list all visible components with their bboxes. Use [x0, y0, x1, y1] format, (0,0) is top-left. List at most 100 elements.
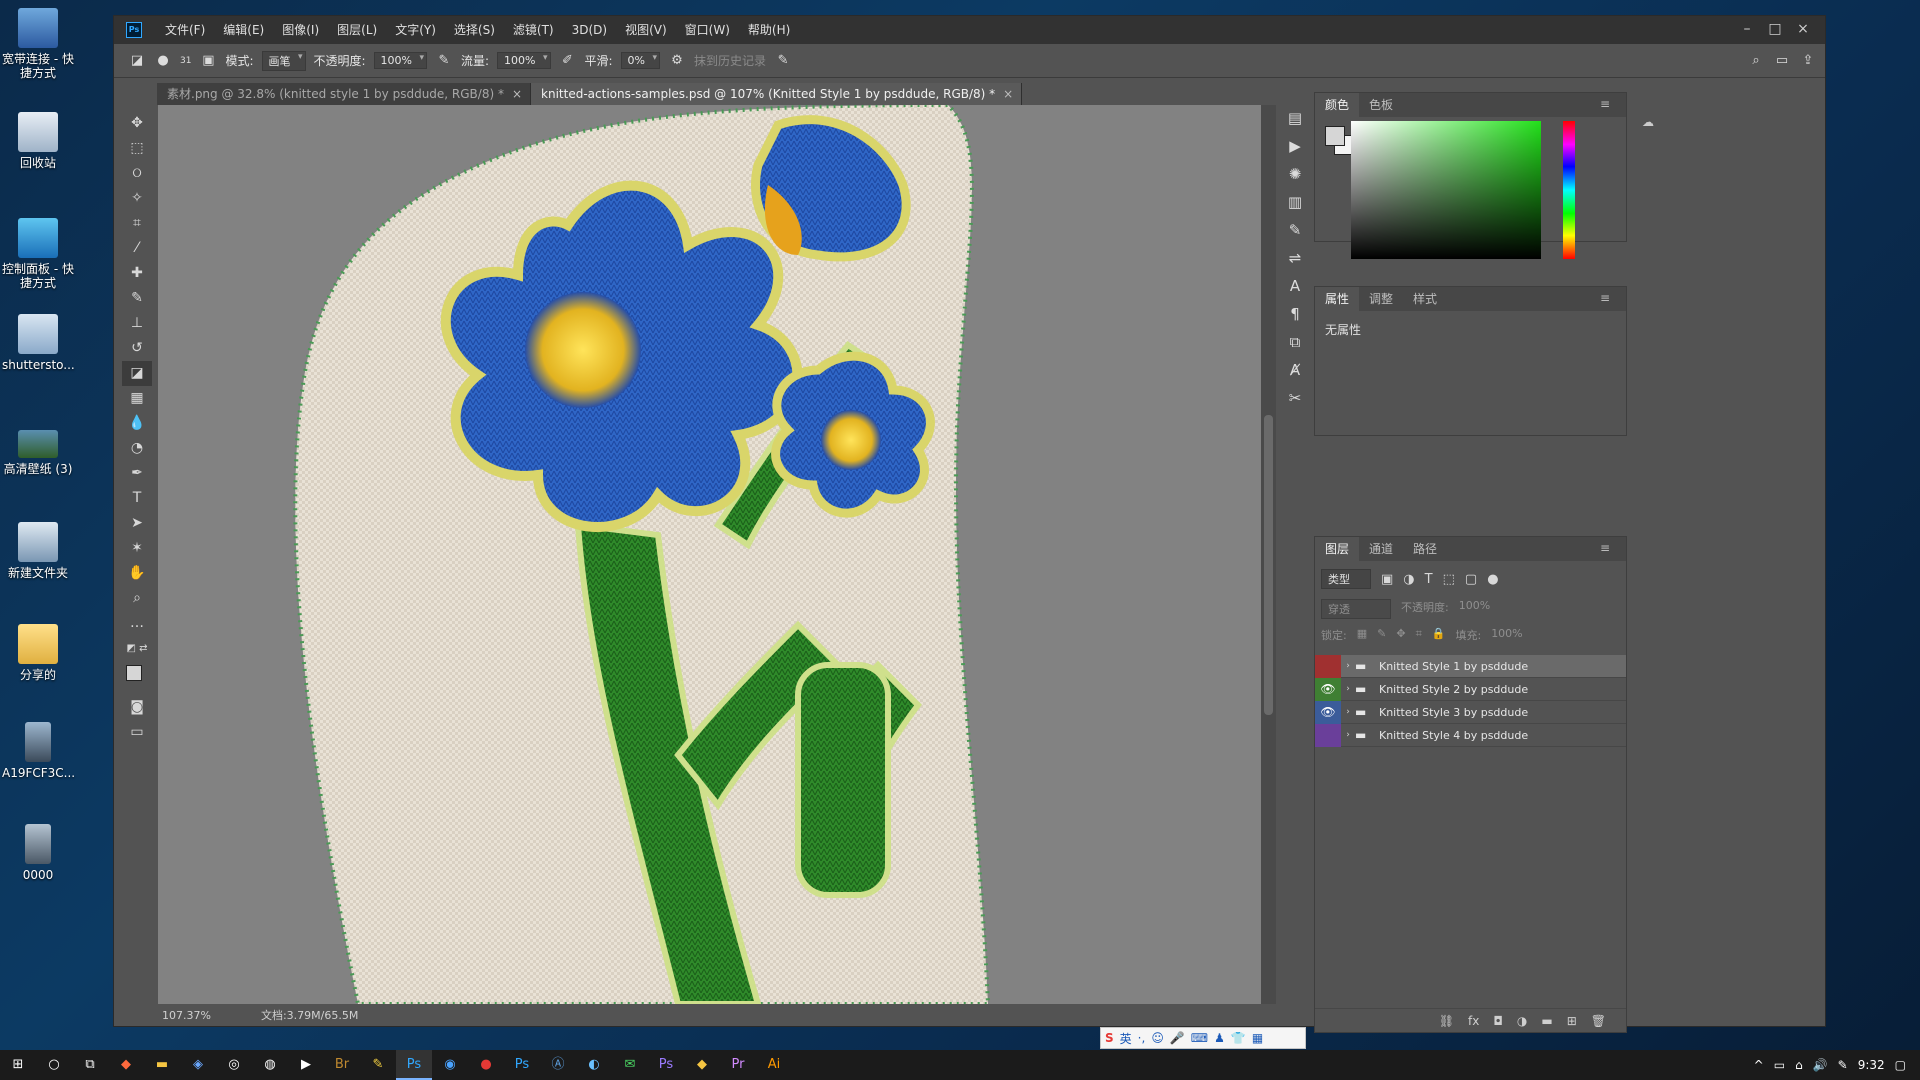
lock-pixels-icon[interactable]: ✎ [1377, 627, 1386, 643]
pressure-opacity-icon[interactable]: ✎ [435, 52, 453, 70]
layer-row[interactable]: › ▬ Knitted Style 4 by psddude [1315, 723, 1626, 747]
airbrush-icon[interactable]: ✐ [559, 52, 577, 70]
workspace-icon[interactable]: ▭ [1773, 52, 1791, 70]
menu-select[interactable]: 选择(S) [445, 16, 504, 44]
eyedropper-tool-icon[interactable]: ⁄ [122, 236, 152, 261]
actions-play-icon[interactable]: ▶ [1278, 132, 1312, 160]
chevron-up-icon[interactable]: ^ [1754, 1058, 1764, 1072]
paragraph-icon[interactable]: ¶ [1278, 300, 1312, 328]
menu-3d[interactable]: 3D(D) [563, 16, 616, 44]
history-icon[interactable]: ▤ [1278, 104, 1312, 132]
desktop-icon-wallpaper[interactable]: 高清壁纸 (3) [2, 430, 74, 476]
scrollbar-thumb[interactable] [1264, 415, 1273, 715]
filter-pixel-icon[interactable]: ▣ [1381, 572, 1393, 587]
add-mask-icon[interactable]: ◘ [1493, 1014, 1503, 1028]
browser-icon[interactable]: ◐ [576, 1050, 612, 1080]
color-swatches[interactable] [122, 661, 152, 695]
quick-mask-icon[interactable]: ◙ [122, 695, 152, 720]
erase-to-history-checkbox[interactable]: 抹到历史记录 [694, 52, 766, 69]
desktop-icon-0000[interactable]: 0000 [2, 824, 74, 882]
menu-help[interactable]: 帮助(H) [739, 16, 799, 44]
menu-layer[interactable]: 图层(L) [328, 16, 386, 44]
tab-source-png[interactable]: 素材.png @ 32.8% (knitted style 1 by psddu… [157, 83, 532, 105]
filter-toggle-icon[interactable]: ● [1487, 572, 1498, 587]
tab-paths[interactable]: 路径 [1403, 537, 1447, 561]
tab-swatches[interactable]: 色板 [1359, 93, 1403, 117]
eraser-tool-icon[interactable]: ◪ [122, 361, 152, 386]
premiere-icon[interactable]: Pr [720, 1050, 756, 1080]
app-icon[interactable]: ◎ [216, 1050, 252, 1080]
new-group-icon[interactable]: ▬ [1541, 1014, 1552, 1028]
app-icon[interactable]: ◉ [432, 1050, 468, 1080]
chevron-right-icon[interactable]: › [1341, 730, 1355, 740]
dodge-tool-icon[interactable]: ◔ [122, 436, 152, 461]
adjustments-icon[interactable]: ✺ [1278, 160, 1312, 188]
tab-adjustments[interactable]: 调整 [1359, 287, 1403, 311]
microphone-icon[interactable]: 🎤 [1170, 1031, 1185, 1045]
zoom-tool-icon[interactable]: ⌕ [122, 586, 152, 611]
close-tab-icon[interactable]: × [512, 87, 522, 101]
default-colors-icon[interactable]: ◩ ⇄ [122, 636, 152, 661]
tab-properties[interactable]: 属性 [1315, 287, 1360, 311]
healing-brush-tool-icon[interactable]: ✚ [122, 261, 152, 286]
filter-type-icon[interactable]: T [1425, 572, 1433, 587]
photoshop-alt-icon[interactable]: Ps [504, 1050, 540, 1080]
vertical-scrollbar[interactable] [1261, 105, 1276, 1004]
panel-menu-icon[interactable]: ≡ [1590, 537, 1620, 559]
panel-menu-icon[interactable]: ≡ [1590, 287, 1620, 309]
tab-channels[interactable]: 通道 [1359, 537, 1403, 561]
layer-row[interactable]: 👁 › ▬ Knitted Style 3 by psddude [1315, 700, 1626, 724]
lock-transparent-icon[interactable]: ▦ [1357, 627, 1367, 643]
network-icon[interactable]: ⌂ [1795, 1058, 1803, 1072]
blur-tool-icon[interactable]: 💧 [122, 411, 152, 436]
brush-settings-icon[interactable]: ▣ [199, 52, 217, 70]
opacity-input[interactable]: 100% [373, 52, 427, 69]
tab-color[interactable]: 颜色 [1315, 93, 1360, 117]
more-tools-icon[interactable]: … [122, 611, 152, 636]
app-icon[interactable]: ◆ [108, 1050, 144, 1080]
file-explorer-icon[interactable]: ▬ [144, 1050, 180, 1080]
brush-tool-icon[interactable]: ✎ [122, 286, 152, 311]
bridge-icon[interactable]: Br [324, 1050, 360, 1080]
filter-adjustment-icon[interactable]: ◑ [1403, 572, 1414, 587]
desktop-icon-control-panel[interactable]: 控制面板 - 快捷方式 [2, 218, 74, 290]
libraries-icon[interactable]: ☁ [1636, 110, 1660, 134]
hand-tool-icon[interactable]: ✋ [122, 561, 152, 586]
close-button[interactable]: × [1789, 16, 1817, 42]
brush-preset-picker[interactable]: ● [154, 52, 172, 70]
artwork-canvas[interactable] [158, 105, 1261, 1004]
tab-styles[interactable]: 样式 [1403, 287, 1447, 311]
gear-icon[interactable]: ⚙ [668, 52, 686, 70]
brush-settings-icon[interactable]: ✎ [1278, 216, 1312, 244]
gradient-tool-icon[interactable]: ▦ [122, 386, 152, 411]
eye-icon[interactable]: 👁 [1315, 700, 1341, 724]
menu-window[interactable]: 窗口(W) [676, 16, 739, 44]
flow-input[interactable]: 100% [497, 52, 551, 69]
punctuation-icon[interactable]: ·, [1138, 1031, 1146, 1045]
screen-mode-icon[interactable]: ▭ [122, 720, 152, 745]
fill-value[interactable]: 100% [1491, 627, 1522, 643]
lock-artboard-icon[interactable]: ⌗ [1416, 627, 1422, 643]
new-layer-icon[interactable]: ⊞ [1567, 1014, 1577, 1028]
chevron-right-icon[interactable]: › [1341, 684, 1355, 694]
foreground-swatch[interactable] [1325, 126, 1345, 146]
shirt-icon[interactable]: 👕 [1231, 1031, 1246, 1045]
layer-row[interactable]: › ▬ Knitted Style 1 by psddude [1315, 654, 1626, 678]
search-icon[interactable]: ⌕ [1747, 52, 1765, 70]
maximize-button[interactable]: □ [1761, 16, 1789, 42]
custom-shape-tool-icon[interactable]: ✶ [122, 536, 152, 561]
color-picker-field[interactable] [1351, 121, 1541, 259]
adjustment-layer-icon[interactable]: ◑ [1517, 1014, 1527, 1028]
photoshop-taskbar-icon[interactable]: Ps [396, 1050, 432, 1080]
tools-icon[interactable]: ✂ [1278, 384, 1312, 412]
close-tab-icon[interactable]: × [1003, 87, 1013, 101]
menu-file[interactable]: 文件(F) [156, 16, 214, 44]
filter-smart-object-icon[interactable]: ▢ [1465, 572, 1477, 587]
lock-position-icon[interactable]: ✥ [1396, 627, 1405, 643]
eraser-tool-icon[interactable]: ◪ [128, 52, 146, 70]
eye-icon[interactable]: 👁 [1315, 677, 1341, 701]
zoom-level[interactable]: 107.37% [162, 1009, 211, 1022]
clone-source-icon[interactable]: ⧉ [1278, 328, 1312, 356]
app-icon[interactable]: ✎ [360, 1050, 396, 1080]
pen-tool-icon[interactable]: ✒ [122, 461, 152, 486]
